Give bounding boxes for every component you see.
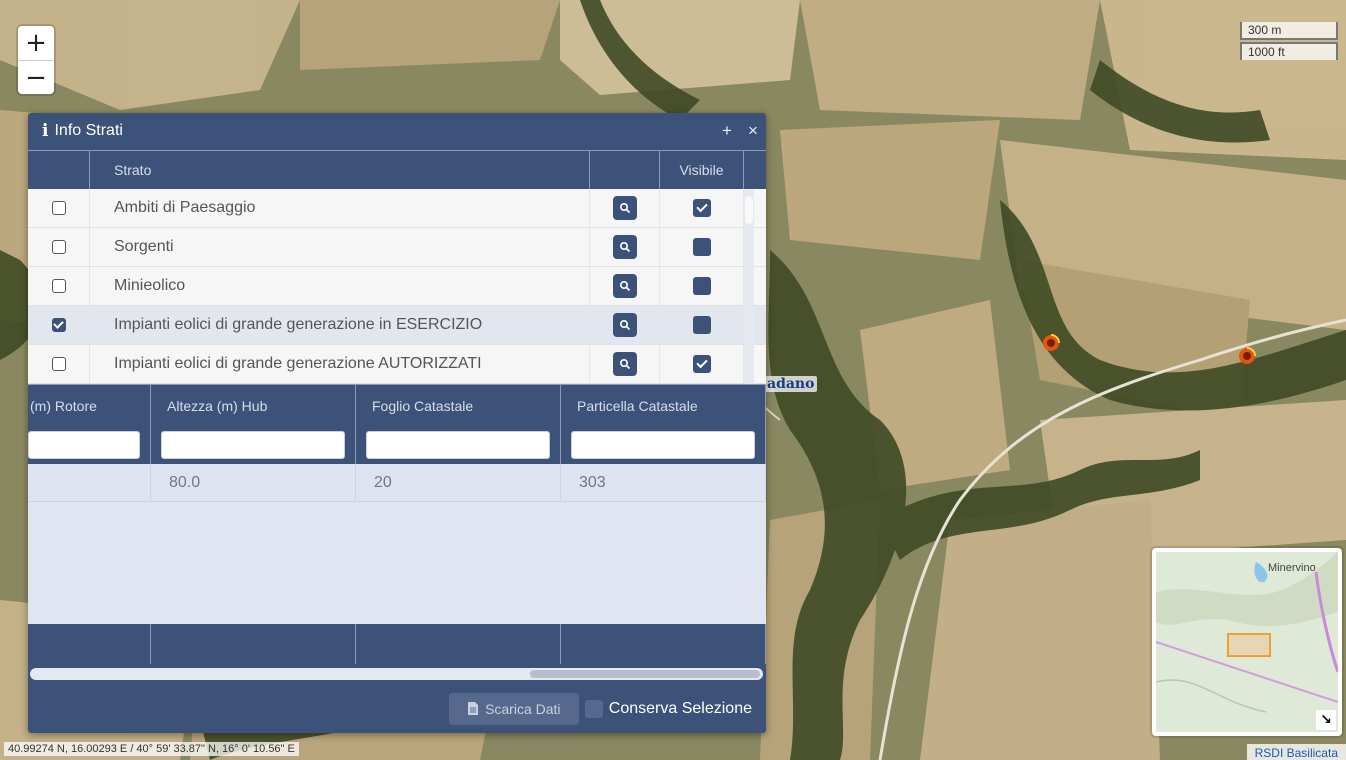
attribute-table: (m) Rotore Altezza (m) Hub Foglio Catast… [28,384,766,684]
visibility-checkbox[interactable] [692,238,711,256]
keep-selection-checkbox[interactable] [584,699,603,718]
search-icon [619,358,630,370]
panel-title: Info Strati [54,122,123,139]
search-icon [619,319,630,331]
horizontal-scrollbar[interactable] [28,664,766,684]
zoom-out-button[interactable]: − [18,60,54,94]
scale-metric: 300 m [1240,22,1338,40]
zoom-to-layer-button[interactable] [612,235,637,259]
attribute-header: (m) Rotore Altezza (m) Hub Foglio Catast… [28,384,766,426]
visibility-checkbox[interactable] [692,355,711,373]
layer-row[interactable]: Impianti eolici di grande generazione AU… [28,345,766,384]
layer-select-checkbox[interactable] [51,318,66,332]
overview-map[interactable]: ↘ [1152,548,1342,736]
overview-place-label: Minervino [1268,562,1316,574]
search-icon [619,280,630,292]
keep-selection-label: Conserva Selezione [608,699,752,717]
table-footer [28,624,766,664]
layers-table: Strato Visibile Ambiti di Paesaggio Sorge… [28,150,766,384]
layers-header: Strato Visibile [28,150,766,189]
zoom-to-layer-button[interactable] [612,352,637,376]
filter-input[interactable] [571,431,755,459]
search-icon [619,241,630,253]
layer-row[interactable]: Sorgenti [28,228,766,267]
layer-name: Impianti eolici di grande generazione AU… [90,345,590,383]
overview-canvas[interactable] [1156,552,1338,732]
zoom-in-button[interactable]: + [18,26,54,60]
layer-select-checkbox[interactable] [51,201,66,215]
layer-name: Impianti eolici di grande generazione in… [90,306,590,344]
panel-header[interactable]: i Info Strati + × [28,113,766,149]
layer-select-checkbox[interactable] [51,240,66,254]
layer-select-checkbox[interactable] [51,357,66,371]
scale-bar: 300 m 1000 ft [1240,22,1338,60]
layers-scrollbar[interactable] [744,190,754,384]
strato-header: Strato [90,151,590,189]
column-header[interactable]: Altezza (m) Hub [151,385,356,426]
layer-name: Minieolico [90,267,590,305]
table-cell: 20 [356,464,561,501]
visibility-checkbox[interactable] [692,316,711,334]
download-button[interactable]: Scarica Dati [448,692,579,725]
place-label: adano [764,376,818,392]
panel-footer: Scarica Dati Conserva Selezione [28,684,766,733]
table-cell: 303 [561,464,766,501]
column-header[interactable]: Particella Catastale [561,385,766,426]
visibile-header: Visibile [660,151,744,189]
layer-row[interactable]: Impianti eolici di grande generazione in… [28,306,766,345]
table-cell: 80.0 [151,464,356,501]
table-cell [28,464,151,501]
info-strati-panel: i Info Strati + × Strato Visibile Ambiti… [28,113,766,733]
filter-row [28,426,766,464]
overview-toggle-icon[interactable]: ↘ [1316,710,1336,730]
visibility-checkbox[interactable] [692,199,711,217]
search-icon [619,202,630,214]
filter-input[interactable] [161,431,345,459]
filter-input[interactable] [28,431,140,459]
zoom-to-layer-button[interactable] [612,274,637,298]
zoom-to-layer-button[interactable] [612,313,637,337]
wind-turbine-icon[interactable] [1040,332,1062,354]
layer-name: Sorgenti [90,228,590,266]
scale-imperial: 1000 ft [1240,42,1338,60]
download-label: Scarica Dati [485,700,561,717]
attribution-link[interactable]: RSDI Basilicata [1246,744,1346,760]
coordinates-readout: 40.99274 N, 16.00293 E / 40° 59' 33.87" … [4,742,299,756]
zoom-control: + − [18,26,54,94]
layer-row[interactable]: Minieolico [28,267,766,306]
layer-row[interactable]: Ambiti di Paesaggio [28,189,766,228]
filter-input[interactable] [366,431,550,459]
visibility-checkbox[interactable] [692,277,711,295]
close-button[interactable]: × [740,121,766,141]
column-header[interactable]: (m) Rotore [28,385,151,426]
zoom-to-layer-button[interactable] [612,196,637,220]
layer-name: Ambiti di Paesaggio [90,189,590,227]
layer-select-checkbox[interactable] [51,279,66,293]
scrollbar-thumb[interactable] [530,670,760,678]
wind-turbine-icon[interactable] [1236,345,1258,367]
document-icon [468,702,479,715]
keep-selection-toggle[interactable]: Conserva Selezione [584,699,752,718]
table-row[interactable]: 80.0 20 303 [28,464,766,502]
info-icon: i [42,121,49,141]
column-header[interactable]: Foglio Catastale [356,385,561,426]
add-button[interactable]: + [714,121,740,141]
